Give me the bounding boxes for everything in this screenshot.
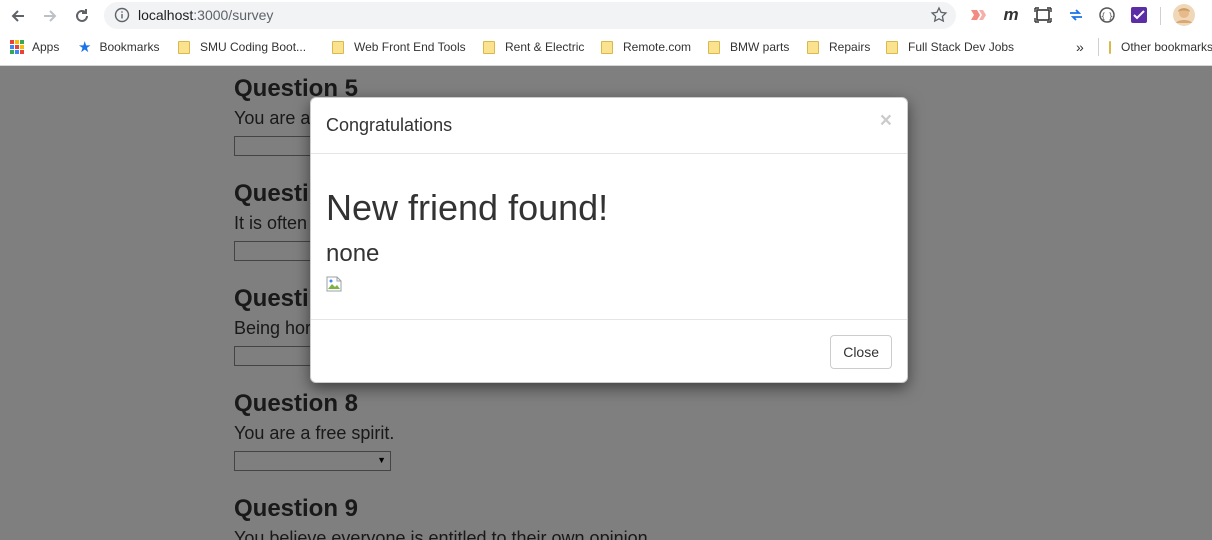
modal-body: New friend found! none xyxy=(326,154,892,292)
toolbar-divider xyxy=(1160,7,1161,25)
bookmark-label: Full Stack Dev Jobs xyxy=(908,40,1015,54)
bookmark-folder-remote[interactable]: Remote.com xyxy=(601,38,691,56)
extension-m-icon[interactable]: m xyxy=(1001,5,1021,25)
modal-footer: Close xyxy=(311,319,907,383)
forward-arrow-icon xyxy=(44,10,57,22)
bookmark-label: Rent & Electric xyxy=(505,40,585,54)
bookmark-label: Bookmarks xyxy=(99,40,160,54)
folder-icon xyxy=(1109,40,1111,54)
url-path: :3000/survey xyxy=(193,7,274,23)
bookmark-label: Repairs xyxy=(829,40,871,54)
bookmark-folder-bmw[interactable]: BMW parts xyxy=(708,38,789,56)
folder-icon xyxy=(483,40,495,54)
folder-icon xyxy=(807,40,819,54)
bookmarks-bar: Apps ★ Bookmarks SMU Coding Boot... Web … xyxy=(0,34,1212,60)
folder-icon xyxy=(332,40,344,54)
friend-name: none xyxy=(326,240,380,267)
reload-icon xyxy=(76,9,88,22)
bookmarks-divider xyxy=(1098,38,1099,56)
result-heading: New friend found! xyxy=(326,187,609,228)
match-modal: Congratulations × New friend found! none… xyxy=(310,97,908,383)
bookmark-apps[interactable]: Apps xyxy=(10,38,59,56)
browser-chrome: localhost:3000/survey m { } Apps ★ Bookm… xyxy=(0,0,1212,66)
bookmark-label: Web Front End Tools xyxy=(354,40,466,54)
extension-screenshot-icon[interactable] xyxy=(1033,5,1053,25)
bookmark-label: Other bookmarks xyxy=(1121,40,1212,54)
address-bar[interactable]: localhost:3000/survey xyxy=(104,2,956,29)
bookmark-folder-jobs[interactable]: Full Stack Dev Jobs xyxy=(886,38,1014,56)
folder-icon xyxy=(886,40,898,54)
chevron-double-right-icon: » xyxy=(1076,39,1084,55)
bookmark-folder-smu[interactable]: SMU Coding Boot... xyxy=(178,38,306,56)
info-icon[interactable] xyxy=(114,7,130,23)
reload-button[interactable] xyxy=(70,5,94,27)
back-button[interactable] xyxy=(6,5,30,27)
bookmark-label: Apps xyxy=(32,40,60,54)
svg-text:{ }: { } xyxy=(1101,12,1114,21)
broken-image-icon xyxy=(326,276,342,292)
modal-title: Congratulations xyxy=(326,115,453,135)
folder-icon xyxy=(178,40,190,54)
close-icon[interactable]: × xyxy=(880,110,892,131)
bookmark-other-bookmarks[interactable]: Other bookmarks xyxy=(1109,38,1212,56)
extension-pocket-icon[interactable] xyxy=(968,5,988,25)
bookmark-bookmarks[interactable]: ★ Bookmarks xyxy=(78,38,159,56)
star-icon: ★ xyxy=(78,38,92,56)
bookmark-folder-rent[interactable]: Rent & Electric xyxy=(483,38,584,56)
url-host: localhost xyxy=(138,7,194,23)
profile-avatar[interactable] xyxy=(1172,3,1196,27)
bookmark-folder-web-tools[interactable]: Web Front End Tools xyxy=(332,38,466,56)
browser-toolbar: localhost:3000/survey m { } xyxy=(0,0,1212,32)
bookmark-label: BMW parts xyxy=(730,40,790,54)
url-text[interactable]: localhost:3000/survey xyxy=(138,7,273,23)
extension-circle-icon[interactable]: { } xyxy=(1097,5,1117,25)
forward-button[interactable] xyxy=(38,5,62,27)
bookmark-label: SMU Coding Boot... xyxy=(200,40,307,54)
modal-header: Congratulations × xyxy=(311,98,907,154)
extension-check-icon[interactable] xyxy=(1129,5,1149,25)
folder-icon xyxy=(601,40,613,54)
apps-grid-icon xyxy=(10,40,24,54)
extension-sync-icon[interactable] xyxy=(1066,5,1086,25)
folder-icon xyxy=(708,40,720,54)
bookmark-star-icon[interactable] xyxy=(930,6,948,24)
bookmark-folder-repairs[interactable]: Repairs xyxy=(807,38,870,56)
back-arrow-icon xyxy=(11,10,24,22)
bookmarks-overflow-chevron[interactable]: » xyxy=(1076,38,1084,56)
close-button[interactable]: Close xyxy=(830,335,892,369)
bookmark-label: Remote.com xyxy=(623,40,692,54)
